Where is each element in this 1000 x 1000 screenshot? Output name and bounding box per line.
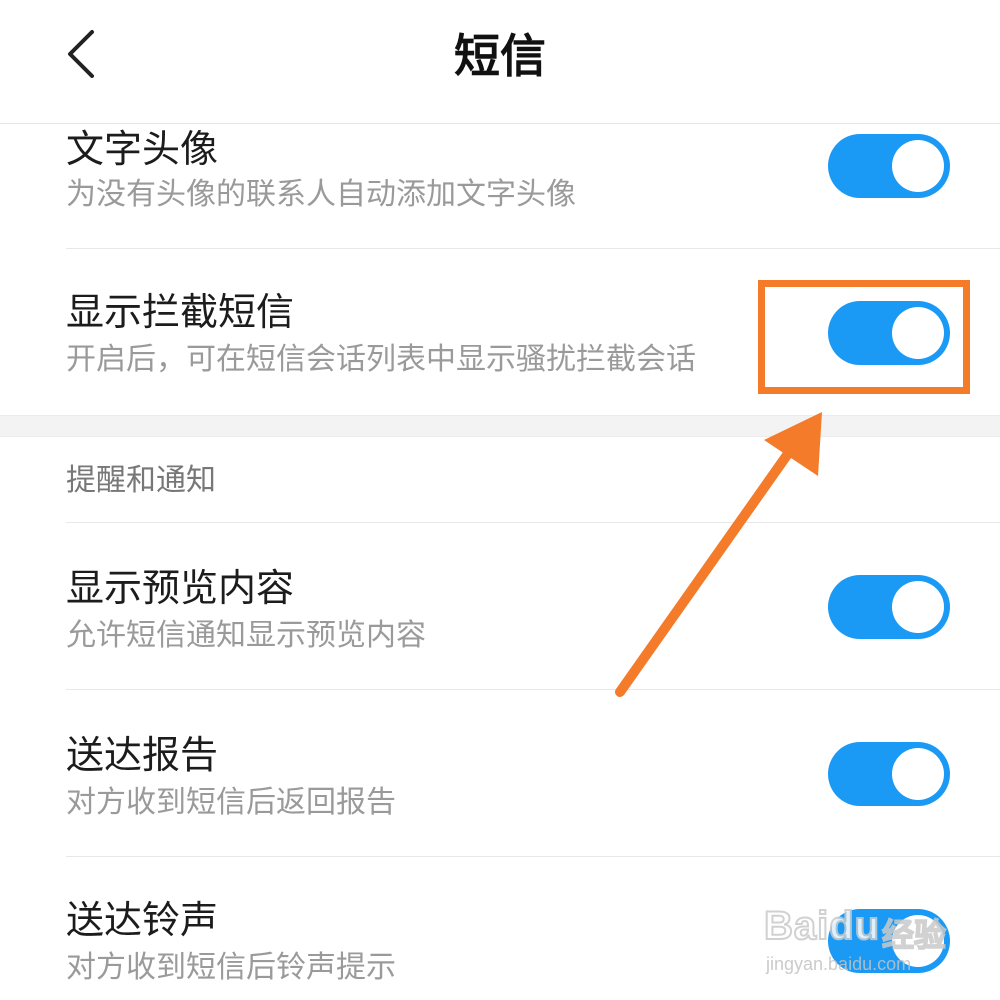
setting-description: 对方收到短信后返回报告 (66, 785, 396, 820)
setting-description: 允许短信通知显示预览内容 (66, 618, 426, 653)
setting-title: 送达报告 (66, 733, 219, 777)
delivery-ringtone-toggle[interactable] (828, 909, 950, 973)
delivery-report-toggle[interactable] (828, 742, 950, 806)
setting-description: 开启后，可在短信会话列表中显示骚扰拦截会话 (66, 342, 696, 377)
show-preview-toggle[interactable] (828, 575, 950, 639)
section-separator (0, 415, 1000, 437)
setting-description: 对方收到短信后铃声提示 (66, 950, 396, 985)
setting-title: 文字头像 (66, 127, 219, 171)
show-blocked-sms-toggle[interactable] (828, 301, 950, 365)
setting-text-avatar[interactable]: 文字头像 为没有头像的联系人自动添加文字头像 (0, 124, 1000, 249)
setting-title: 送达铃声 (66, 898, 219, 942)
setting-delivery-report[interactable]: 送达报告 对方收到短信后返回报告 (0, 690, 1000, 857)
setting-show-preview[interactable]: 显示预览内容 允许短信通知显示预览内容 (0, 523, 1000, 690)
setting-title: 显示预览内容 (66, 566, 295, 610)
setting-title: 显示拦截短信 (66, 290, 295, 334)
setting-delivery-ringtone[interactable]: 送达铃声 对方收到短信后铃声提示 (0, 857, 1000, 1000)
page-title: 短信 (454, 29, 546, 83)
setting-show-blocked-sms[interactable]: 显示拦截短信 开启后，可在短信会话列表中显示骚扰拦截会话 (0, 249, 1000, 415)
section-header: 提醒和通知 (66, 463, 216, 498)
toggle-knob (892, 307, 944, 359)
toggle-knob (892, 581, 944, 633)
toggle-knob (892, 915, 944, 967)
toggle-knob (892, 140, 944, 192)
toggle-knob (892, 748, 944, 800)
text-avatar-toggle[interactable] (828, 134, 950, 198)
app-header: 短信 (0, 0, 1000, 124)
setting-description: 为没有头像的联系人自动添加文字头像 (66, 177, 576, 212)
